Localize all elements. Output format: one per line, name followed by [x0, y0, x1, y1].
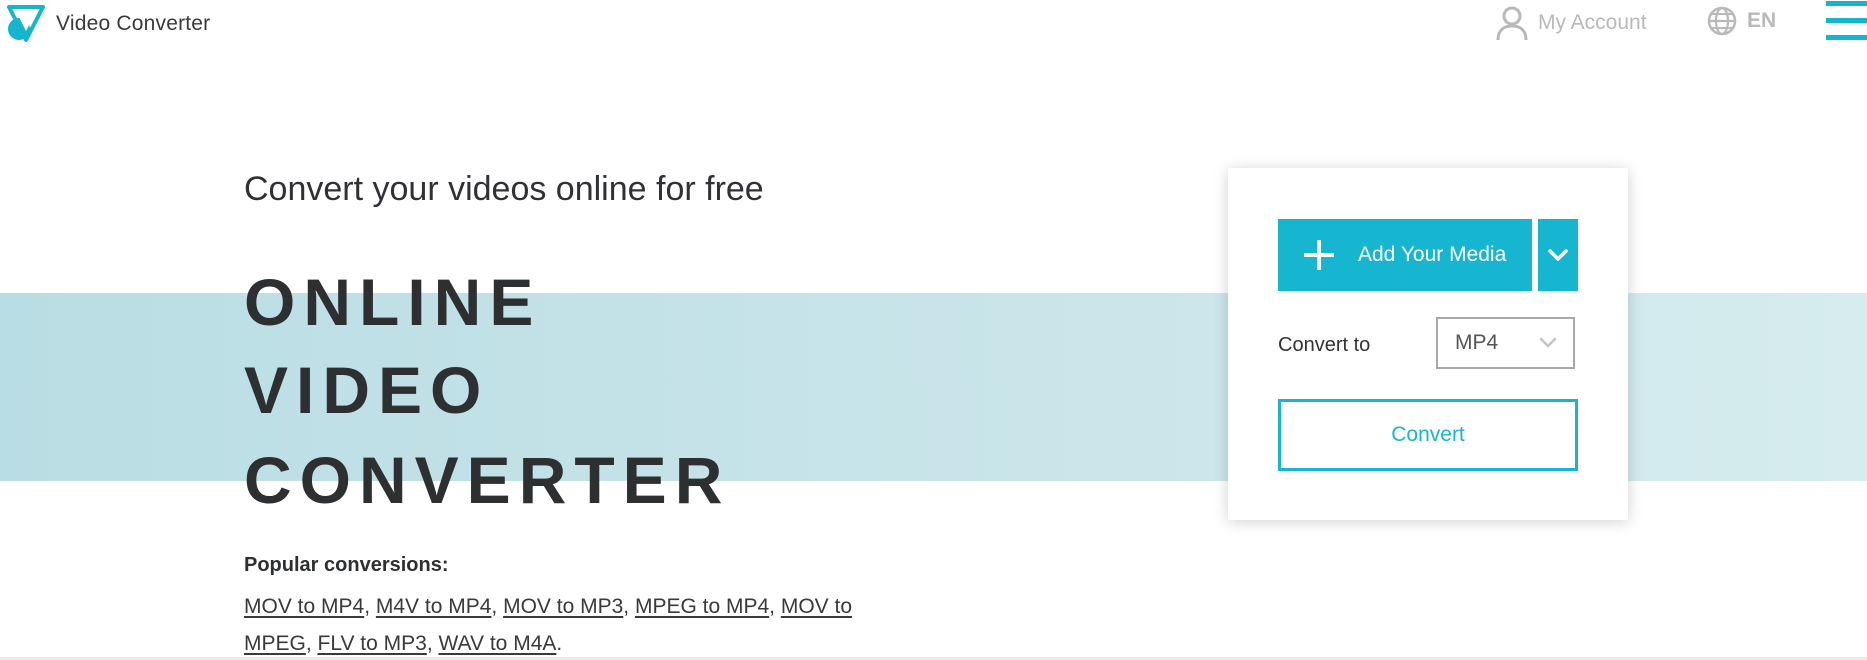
- page: Video Converter My Account EN Convert yo…: [0, 0, 1867, 660]
- popular-conversions-label: Popular conversions:: [244, 554, 449, 576]
- add-media-label: Add Your Media: [1358, 243, 1507, 266]
- language-selector[interactable]: EN: [1707, 6, 1776, 36]
- language-label: EN: [1747, 9, 1777, 32]
- convert-to-label: Convert to: [1278, 334, 1371, 356]
- menu-bar-bottom: [1826, 35, 1867, 40]
- chevron-down-icon: [1548, 249, 1568, 261]
- chevron-down-icon: [1539, 337, 1557, 348]
- app-name: Video Converter: [56, 12, 211, 35]
- conversion-link-flv-to-mp3[interactable]: FLV to MP3: [318, 632, 427, 655]
- conversion-link-mov-to-mp4[interactable]: MOV to MP4: [244, 595, 364, 618]
- popular-conversions-links: MOV to MP4, M4V to MP4, MOV to MP3, MPEG…: [244, 595, 853, 655]
- hero-title-line-1: ONLINE: [244, 265, 542, 339]
- conversion-link-wav-to-m4a[interactable]: WAV to M4A: [439, 632, 557, 655]
- conversion-link-mpeg-to-mp4[interactable]: MPEG to MP4: [635, 595, 769, 618]
- conversion-link-m4v-to-mp4[interactable]: M4V to MP4: [376, 595, 492, 618]
- hero-title-line-2: VIDEO: [244, 353, 490, 427]
- plus-icon: [1304, 240, 1334, 270]
- output-format-select[interactable]: MP4: [1436, 317, 1575, 369]
- output-format-value: MP4: [1455, 331, 1499, 354]
- video-converter-logo-icon: [7, 5, 45, 42]
- globe-icon: [1707, 6, 1737, 36]
- add-media-button[interactable]: Add Your Media: [1278, 219, 1532, 291]
- my-account-link[interactable]: My Account: [1496, 5, 1647, 41]
- menu-bar-middle: [1826, 18, 1867, 23]
- logo-link[interactable]: Video Converter: [6, 4, 210, 44]
- hamburger-menu-icon[interactable]: [1826, 1, 1867, 41]
- my-account-label: My Account: [1538, 11, 1647, 34]
- user-icon: [1496, 6, 1528, 41]
- hero-subtitle: Convert your videos online for free: [244, 170, 764, 208]
- converter-card: Add Your Media Convert to MP4 Convert: [1228, 168, 1628, 520]
- menu-bar-top: [1826, 1, 1867, 6]
- convert-button[interactable]: Convert: [1278, 399, 1578, 471]
- header: Video Converter My Account EN: [0, 0, 1867, 50]
- hero-title-line-3: CONVERTER: [244, 443, 731, 517]
- conversion-link-mov-to-mp3[interactable]: MOV to MP3: [503, 595, 623, 618]
- add-media-dropdown-button[interactable]: [1538, 219, 1578, 291]
